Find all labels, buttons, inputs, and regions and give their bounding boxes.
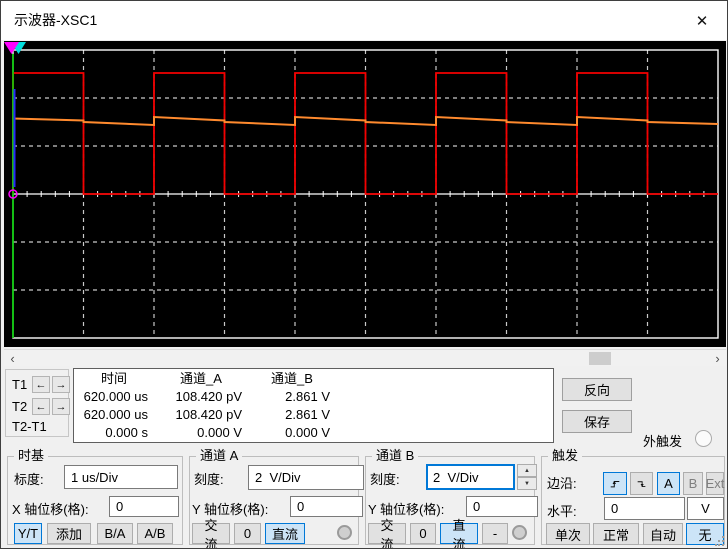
- yt-mode-button[interactable]: Y/T: [14, 523, 42, 544]
- trigger-group: 触发 边沿: A B Ext 水平: 0 V 单次 正常 自动 无: [541, 448, 725, 545]
- x-position-label: X 轴位移(格):: [12, 502, 89, 517]
- scroll-right-icon[interactable]: ›: [709, 350, 726, 367]
- channel-b-minus-button[interactable]: -: [482, 523, 508, 544]
- readout-value-cell: 108.420 pV: [175, 389, 242, 404]
- t2-right-button[interactable]: →: [52, 398, 70, 415]
- timebase-group: 时基 标度: 1 us/Div X 轴位移(格): 0 Y/T 添加 B/A A…: [7, 448, 183, 545]
- trigger-normal-button[interactable]: 正常: [593, 523, 639, 545]
- spinner-down-icon[interactable]: ▼: [517, 477, 537, 490]
- resize-grip[interactable]: [715, 536, 724, 546]
- scrollbar-thumb[interactable]: [589, 352, 611, 365]
- readout-value-row: 620.000 us 108.420 pV 2.861 V: [74, 388, 553, 406]
- readout-header-cell: 通道_B: [271, 371, 313, 386]
- trigger-source-b-button[interactable]: B: [683, 472, 703, 495]
- channel-b-group: 通道 B 刻度: 2 V/Div ▲ ▼ Y 轴位移(格): 0 交流 0 直流…: [365, 448, 538, 548]
- channel-b-ac-button[interactable]: 交流: [368, 518, 406, 548]
- trigger-edge-label: 边沿:: [547, 476, 577, 491]
- oscilloscope-window: 示波器-XSC1 ✕ ‹ › T1 ← → T2 ← → T2-T1 时间 通道_…: [0, 0, 728, 549]
- channel-a-scale-label: 刻度:: [194, 472, 224, 487]
- readout-value-cell: 2.861 V: [285, 407, 330, 422]
- timebase-scale-label: 标度:: [14, 472, 44, 487]
- readout-value-cell: 620.000 us: [83, 389, 148, 404]
- channel-b-title: 通道 B: [372, 448, 419, 463]
- spinner-up-icon[interactable]: ▲: [517, 464, 537, 477]
- readout-value-cell: 620.000 us: [83, 407, 148, 422]
- rising-edge-button[interactable]: [603, 472, 627, 495]
- channel-b-ypos-input[interactable]: 0: [466, 496, 538, 517]
- falling-edge-button[interactable]: [630, 472, 653, 495]
- trigger-single-button[interactable]: 单次: [546, 523, 590, 545]
- trigger-title: 触发: [548, 448, 583, 463]
- cursor-readout-table: 时间 通道_A 通道_B 620.000 us 108.420 pV 2.861 V 620…: [73, 368, 554, 443]
- readout-value-cell: 0.000 V: [285, 425, 330, 440]
- t1-label: T1: [12, 377, 28, 392]
- channel-b-zero-button[interactable]: 0: [410, 523, 436, 544]
- save-button[interactable]: 保存: [562, 410, 632, 433]
- readout-value-cell: 0.000 s: [105, 425, 148, 440]
- channel-b-scale-input[interactable]: 2 V/Div: [426, 464, 515, 490]
- channel-a-ac-button[interactable]: 交流: [192, 518, 230, 548]
- scope-hscrollbar[interactable]: ‹ ›: [4, 349, 726, 366]
- channel-b-scale-spinner: ▲ ▼: [517, 464, 537, 490]
- readout-header-cell: 时间: [100, 371, 127, 386]
- readout-header-row: 时间 通道_A 通道_B: [74, 370, 553, 388]
- channel-a-dc-button[interactable]: 直流: [265, 523, 305, 544]
- reverse-button[interactable]: 反向: [562, 378, 632, 401]
- readout-header-cell: 通道_A: [180, 371, 222, 386]
- channel-a-terminal: [337, 525, 352, 540]
- trigger-level-label: 水平:: [547, 504, 577, 519]
- rising-edge-icon: [610, 480, 620, 487]
- t2-left-button[interactable]: ←: [32, 398, 50, 415]
- readout-value-cell: 2.861 V: [285, 389, 330, 404]
- t2-t1-label: T2-T1: [12, 419, 47, 434]
- window-title: 示波器-XSC1: [14, 12, 98, 28]
- x-position-input[interactable]: 0: [109, 496, 179, 517]
- trigger-source-a-button[interactable]: A: [657, 472, 680, 495]
- readout-value-row: 620.000 us 108.420 pV 2.861 V: [74, 406, 553, 424]
- readout-value-row: 0.000 s 0.000 V 0.000 V: [74, 424, 553, 442]
- t1-left-button[interactable]: ←: [32, 376, 50, 393]
- timebase-title: 时基: [14, 448, 49, 463]
- channel-b-dc-button[interactable]: 直流: [440, 518, 478, 548]
- trigger-auto-button[interactable]: 自动: [643, 523, 683, 545]
- channel-a-scale-input[interactable]: 2 V/Div: [248, 465, 364, 490]
- cursor-control-group: T1 ← → T2 ← → T2-T1: [5, 369, 70, 437]
- scope-graticule: [4, 42, 719, 339]
- trigger-level-unit-select[interactable]: V: [687, 497, 724, 520]
- t2-label: T2: [12, 399, 28, 414]
- scroll-left-icon[interactable]: ‹: [4, 350, 21, 367]
- close-icon[interactable]: ✕: [681, 4, 723, 37]
- channel-a-ypos-input[interactable]: 0: [290, 496, 363, 517]
- trigger-source-ext-button[interactable]: Ext: [706, 472, 724, 495]
- titlebar: 示波器-XSC1 ✕: [1, 1, 727, 40]
- readout-value-cell: 108.420 pV: [175, 407, 242, 422]
- square-wave-trace: [12, 72, 718, 195]
- ab-mode-button[interactable]: A/B: [137, 523, 173, 544]
- t1-right-button[interactable]: →: [52, 376, 70, 393]
- readout-value-cell: 0.000 V: [197, 425, 242, 440]
- channel-a-title: 通道 A: [196, 448, 243, 463]
- timebase-scale-input[interactable]: 1 us/Div: [64, 465, 178, 489]
- channel-b-scale-label: 刻度:: [370, 472, 400, 487]
- scope-display[interactable]: [4, 41, 726, 347]
- add-mode-button[interactable]: 添加: [47, 523, 91, 544]
- ba-mode-button[interactable]: B/A: [97, 523, 133, 544]
- falling-edge-icon: [637, 480, 646, 487]
- channel-a-zero-button[interactable]: 0: [234, 523, 261, 544]
- trigger-level-input[interactable]: 0: [604, 497, 685, 520]
- ext-trigger-label: 外触发: [643, 434, 683, 449]
- channel-a-group: 通道 A 刻度: 2 V/Div Y 轴位移(格): 0 交流 0 直流: [189, 448, 364, 548]
- channel-b-terminal: [512, 525, 527, 540]
- ext-trigger-terminal: [695, 430, 712, 447]
